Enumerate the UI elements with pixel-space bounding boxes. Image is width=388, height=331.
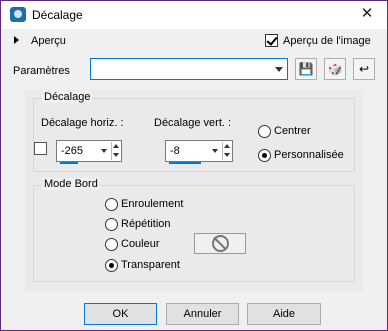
color-radio[interactable] [105, 238, 118, 251]
horiz-dropdown-icon[interactable] [101, 149, 107, 153]
color-swatch-button[interactable] [194, 233, 246, 254]
preview-row: Aperçu Aperçu de l'image [1, 29, 387, 51]
vert-offset-value: -8 [170, 145, 180, 157]
params-label: Paramètres [13, 65, 70, 77]
horiz-underline [60, 162, 78, 164]
save-icon: 💾 [298, 62, 314, 76]
color-radio-label[interactable]: Couleur [121, 238, 160, 250]
vert-dropdown-icon[interactable] [212, 149, 218, 153]
chevron-down-icon [275, 67, 283, 72]
ok-button[interactable]: OK [84, 303, 157, 325]
spin-up-icon[interactable] [113, 144, 119, 148]
expand-preview-icon[interactable] [14, 36, 19, 44]
spin-down-icon[interactable] [224, 153, 230, 157]
transparent-radio[interactable] [105, 259, 118, 272]
transparent-radio-label[interactable]: Transparent [121, 259, 180, 271]
no-color-icon [212, 235, 229, 252]
spin-down-icon[interactable] [113, 153, 119, 157]
custom-radio-label[interactable]: Personnalisée [274, 149, 344, 161]
help-button[interactable]: Aide [247, 303, 321, 325]
horiz-spinner[interactable] [111, 142, 120, 160]
center-radio[interactable] [258, 125, 271, 138]
repeat-radio[interactable] [105, 218, 118, 231]
edge-mode-group-title: Mode Bord [42, 178, 100, 190]
repeat-radio-label[interactable]: Répétition [121, 218, 171, 230]
app-icon [10, 7, 26, 22]
window-title: Décalage [32, 8, 83, 22]
custom-radio[interactable] [258, 149, 271, 162]
cancel-button[interactable]: Annuler [166, 303, 239, 325]
center-radio-label[interactable]: Centrer [274, 125, 311, 137]
link-offsets-checkbox[interactable] [34, 142, 47, 155]
horiz-offset-label: Décalage horiz. : [41, 117, 124, 129]
preview-image-label[interactable]: Aperçu de l'image [283, 35, 371, 47]
reset-button[interactable]: ↩ [353, 58, 375, 80]
save-preset-button[interactable]: 💾 [295, 58, 317, 80]
wrap-radio-label[interactable]: Enroulement [121, 198, 183, 210]
vert-offset-label: Décalage vert. : [154, 117, 232, 129]
dialog-window: Décalage ✕ Aperçu Aperçu de l'image Para… [0, 0, 388, 331]
close-button[interactable]: ✕ [357, 4, 377, 24]
horiz-offset-value: -265 [61, 145, 84, 157]
wrap-radio[interactable] [105, 198, 118, 211]
vert-offset-input[interactable]: -8 [165, 140, 233, 164]
vert-underline [169, 162, 201, 164]
reset-icon: ↩ [358, 62, 370, 76]
vert-spinner[interactable] [222, 142, 231, 160]
title-bar[interactable]: Décalage ✕ [1, 1, 387, 29]
horiz-offset-input[interactable]: -265 [56, 140, 122, 164]
preview-toggle-label[interactable]: Aperçu [31, 35, 66, 47]
params-dropdown[interactable] [90, 58, 288, 80]
offset-group-title: Décalage [42, 91, 93, 103]
preview-image-checkbox[interactable] [265, 34, 278, 47]
dice-icon: 🎲 [327, 62, 343, 76]
spin-up-icon[interactable] [224, 144, 230, 148]
random-button[interactable]: 🎲 [324, 58, 346, 80]
